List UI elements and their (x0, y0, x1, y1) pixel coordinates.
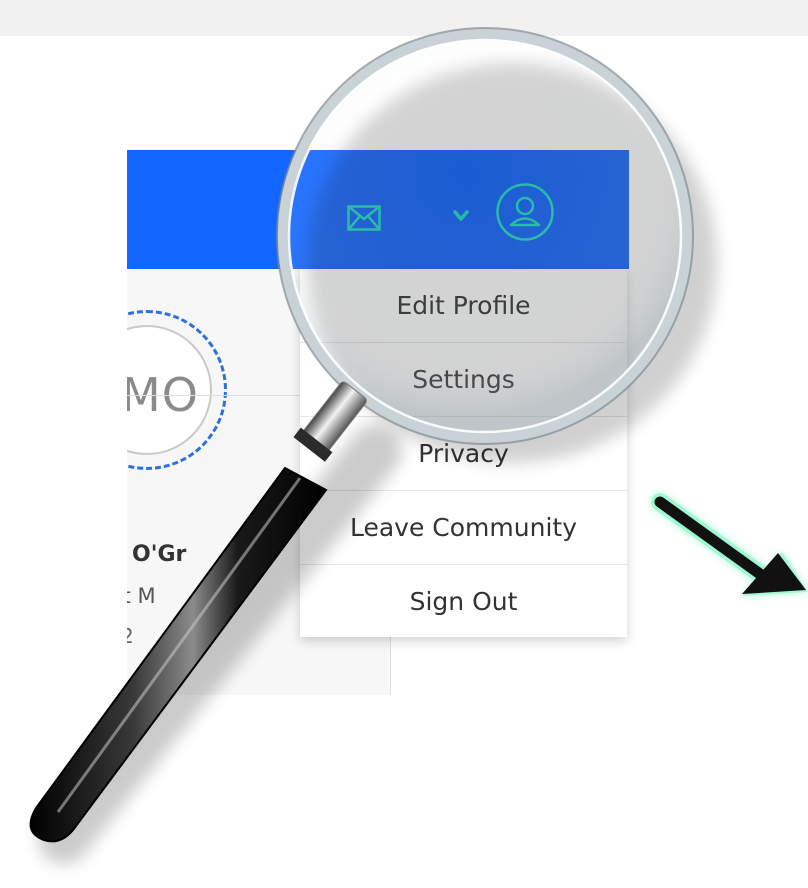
app-header (127, 150, 629, 269)
mail-icon[interactable] (347, 205, 381, 231)
menu-item-edit-profile[interactable]: Edit Profile (300, 269, 627, 343)
top-strip (0, 0, 808, 36)
profile-name: O'Gr (132, 542, 187, 567)
profile-meta: 2 (127, 624, 134, 648)
chevron-down-icon[interactable] (453, 210, 469, 222)
menu-item-privacy[interactable]: Privacy (300, 417, 627, 491)
user-dropdown-menu: Edit Profile Settings Privacy Leave Comm… (300, 269, 627, 637)
profile-role: ct M (127, 584, 156, 608)
user-icon[interactable] (495, 182, 555, 242)
menu-item-leave-community[interactable]: Leave Community (300, 491, 627, 565)
header-icons (347, 182, 577, 246)
menu-item-sign-out[interactable]: Sign Out (300, 565, 627, 638)
menu-item-settings[interactable]: Settings (300, 343, 627, 417)
